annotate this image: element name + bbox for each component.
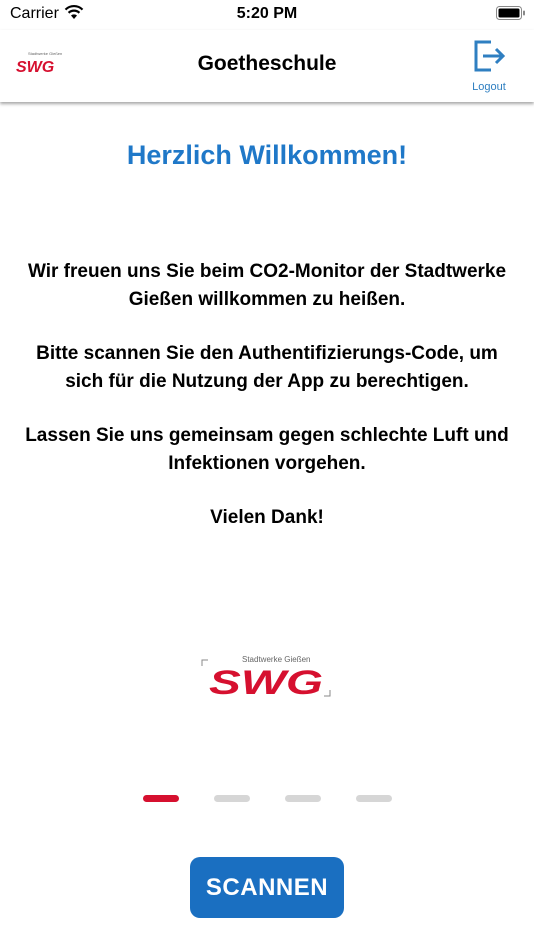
welcome-heading: Herzlich Willkommen!	[126, 140, 408, 170]
status-bar: Carrier 5:20 PM	[0, 0, 534, 30]
svg-text:SWG: SWG	[209, 664, 323, 702]
welcome-text: Wir freuen uns Sie beim CO2-Monitor der …	[0, 258, 534, 558]
thanks-paragraph: Vielen Dank!	[210, 507, 324, 528]
appeal-paragraph: Lassen Sie uns gemeinsam gegen schlechte…	[25, 425, 509, 474]
logout-label: Logout	[472, 81, 506, 93]
page-dot[interactable]	[214, 795, 250, 802]
page-dot[interactable]	[143, 795, 179, 802]
logout-icon	[471, 40, 507, 78]
svg-text:Stadtwerke Gießen: Stadtwerke Gießen	[242, 655, 310, 664]
page-dot[interactable]	[356, 795, 392, 802]
page-title: Goetheschule	[197, 52, 337, 75]
swg-logo: Stadtwerke Gießen SWG	[201, 654, 331, 707]
welcome-paragraph: Wir freuen uns Sie beim CO2-Monitor der …	[27, 261, 507, 310]
battery-icon	[496, 6, 526, 20]
instruction-paragraph: Bitte scannen Sie den Authentifizierungs…	[36, 343, 498, 392]
page-dot[interactable]	[285, 795, 321, 802]
nav-bar: Stadtwerke Gießen SWG Goetheschule Logou…	[0, 30, 534, 102]
scan-button[interactable]: SCANNEN	[190, 857, 344, 918]
clock: 5:20 PM	[236, 5, 298, 22]
logout-button[interactable]: Logout	[464, 38, 514, 93]
page-indicator	[0, 795, 534, 803]
